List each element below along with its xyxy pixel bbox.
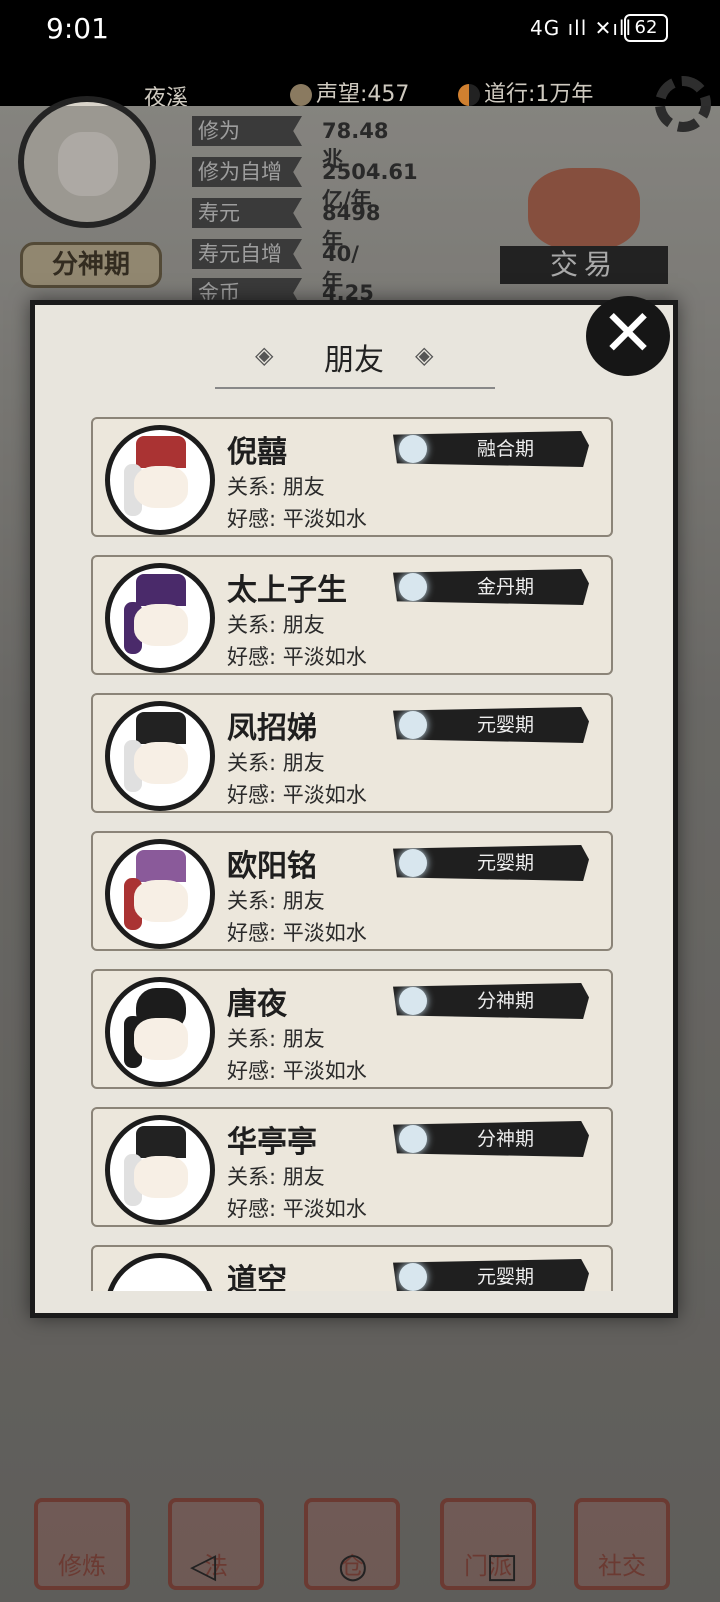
fame-label: 声望:457	[316, 82, 410, 107]
back-icon[interactable]: ◁	[190, 1546, 216, 1586]
friend-card[interactable]: 华亭亭 关系: 朋友 好感: 平淡如水 分神期	[91, 1107, 613, 1227]
portrait-face	[134, 742, 188, 784]
portrait-face	[134, 1156, 188, 1198]
friend-card[interactable]: 太上子生 关系: 朋友 好感: 平淡如水 金丹期	[91, 555, 613, 675]
meditation-icon	[399, 435, 427, 463]
friend-name: 倪囍	[227, 435, 287, 470]
dialog-title: 朋友	[324, 343, 384, 378]
friend-card[interactable]: 唐夜 关系: 朋友 好感: 平淡如水 分神期	[91, 969, 613, 1089]
title-divider	[215, 387, 495, 389]
portrait-hat	[136, 436, 186, 468]
friend-name: 道空	[227, 1263, 287, 1291]
meditation-icon	[399, 573, 427, 601]
meditation-icon	[399, 849, 427, 877]
friend-realm: 元婴期	[477, 714, 535, 736]
friend-list[interactable]: 倪囍 关系: 朋友 好感: 平淡如水 融合期 太上子生 关系: 朋友 好感: 平…	[91, 417, 615, 1291]
friend-relation: 关系: 朋友	[227, 751, 325, 775]
portrait-hat	[136, 712, 186, 744]
friend-portrait	[105, 425, 215, 535]
recents-icon[interactable]: □	[486, 1546, 518, 1586]
friend-portrait	[105, 563, 215, 673]
meditation-icon	[399, 1125, 427, 1153]
portrait-face	[134, 880, 188, 922]
friend-card[interactable]: 凤招娣 关系: 朋友 好感: 平淡如水 元婴期	[91, 693, 613, 813]
yin-yang-icon	[458, 84, 480, 106]
friend-card[interactable]: 欧阳铭 关系: 朋友 好感: 平淡如水 元婴期	[91, 831, 613, 951]
friend-relation: 关系: 朋友	[227, 1027, 325, 1051]
friend-portrait	[105, 1115, 215, 1225]
friend-name: 唐夜	[227, 987, 287, 1022]
friend-card[interactable]: 倪囍 关系: 朋友 好感: 平淡如水 融合期	[91, 417, 613, 537]
status-time: 9:01	[46, 12, 109, 45]
friend-card[interactable]: 道空 元婴期	[91, 1245, 613, 1291]
friend-realm: 金丹期	[477, 576, 535, 598]
friend-favor: 好感: 平淡如水	[227, 1197, 367, 1221]
portrait-face	[134, 1018, 188, 1060]
friend-realm-tag: 元婴期	[393, 845, 589, 881]
friend-relation: 关系: 朋友	[227, 475, 325, 499]
battery-icon: 62	[624, 14, 668, 42]
home-icon[interactable]: ○	[338, 1546, 368, 1586]
friend-realm-tag: 融合期	[393, 431, 589, 467]
portrait-hat	[136, 850, 186, 882]
friend-realm: 分神期	[477, 1128, 535, 1150]
friend-realm: 融合期	[477, 438, 535, 460]
friend-realm-tag: 分神期	[393, 983, 589, 1019]
dao-label: 道行:1万年	[484, 82, 594, 107]
friend-realm-tag: 元婴期	[393, 707, 589, 743]
portrait-face	[134, 466, 188, 508]
friend-realm-tag: 元婴期	[393, 1259, 589, 1291]
friend-realm: 元婴期	[477, 852, 535, 874]
friend-name: 华亭亭	[227, 1125, 317, 1160]
portrait-hat	[136, 574, 186, 606]
friend-favor: 好感: 平淡如水	[227, 783, 367, 807]
friend-realm-tag: 分神期	[393, 1121, 589, 1157]
close-icon[interactable]: ✕	[586, 296, 670, 376]
friend-favor: 好感: 平淡如水	[227, 1059, 367, 1083]
meditation-icon	[399, 711, 427, 739]
portrait-hat	[136, 1126, 186, 1158]
system-nav: ◁ ○ □	[0, 1540, 720, 1602]
signal-icon: 4G ıll ✕ıll	[530, 16, 633, 40]
friend-name: 太上子生	[227, 573, 347, 608]
friend-favor: 好感: 平淡如水	[227, 921, 367, 945]
friend-portrait	[105, 839, 215, 949]
friend-realm-tag: 金丹期	[393, 569, 589, 605]
fame-coin-icon	[290, 84, 312, 106]
friend-relation: 关系: 朋友	[227, 1165, 325, 1189]
friend-realm: 分神期	[477, 990, 535, 1012]
friend-relation: 关系: 朋友	[227, 613, 325, 637]
meditation-icon	[399, 987, 427, 1015]
friend-favor: 好感: 平淡如水	[227, 645, 367, 669]
friend-realm: 元婴期	[477, 1266, 535, 1288]
meditation-icon	[399, 1263, 427, 1291]
friends-dialog: ◈ 朋友 ◈ 倪囍 关系: 朋友 好感: 平淡如水 融合期 太上子生 关系: 朋…	[30, 300, 678, 1318]
friend-portrait	[105, 1253, 215, 1291]
friend-portrait	[105, 701, 215, 811]
title-right-diamond-icon: ◈	[415, 341, 434, 369]
friend-name: 欧阳铭	[227, 849, 317, 884]
friend-favor: 好感: 平淡如水	[227, 507, 367, 531]
dao-stat: 道行:1万年	[458, 76, 593, 108]
friend-portrait	[105, 977, 215, 1087]
friend-name: 凤招娣	[227, 711, 317, 746]
portrait-face	[134, 604, 188, 646]
fame-stat: 声望:457	[290, 76, 409, 108]
friend-relation: 关系: 朋友	[227, 889, 325, 913]
